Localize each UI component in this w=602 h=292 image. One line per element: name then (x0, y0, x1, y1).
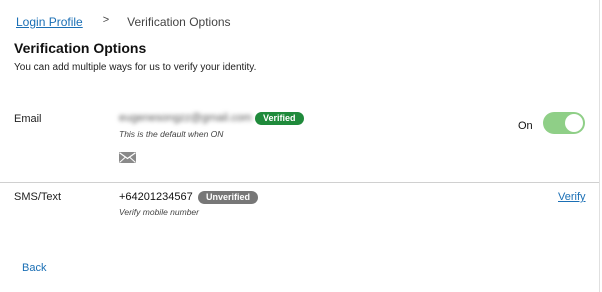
sms-status-badge: Unverified (198, 191, 259, 204)
breadcrumb-current: Verification Options (127, 15, 231, 29)
verify-sms-link[interactable]: Verify (558, 191, 586, 203)
breadcrumb-login-profile-link[interactable]: Login Profile (16, 15, 83, 29)
sms-hint: Verify mobile number (119, 207, 199, 217)
email-hint: This is the default when ON (119, 129, 224, 139)
breadcrumb-separator: > (102, 14, 110, 26)
email-address: eugenesongzz@gmail.com (119, 112, 252, 124)
mail-icon (119, 152, 136, 163)
page-subtitle: You can add multiple ways for us to veri… (14, 62, 257, 73)
sms-number: +64201234567 (119, 191, 193, 203)
section-divider (0, 182, 599, 183)
sms-label: SMS/Text (14, 191, 62, 203)
email-toggle-label: On (518, 120, 533, 132)
email-default-toggle[interactable] (543, 112, 585, 134)
page-title: Verification Options (14, 40, 147, 56)
email-status-badge: Verified (255, 112, 304, 125)
back-link[interactable]: Back (22, 262, 46, 274)
content-right-border (599, 0, 600, 292)
email-label: Email (14, 113, 42, 125)
toggle-knob (565, 114, 583, 132)
breadcrumb: Login Profile > Verification Options (16, 14, 231, 29)
